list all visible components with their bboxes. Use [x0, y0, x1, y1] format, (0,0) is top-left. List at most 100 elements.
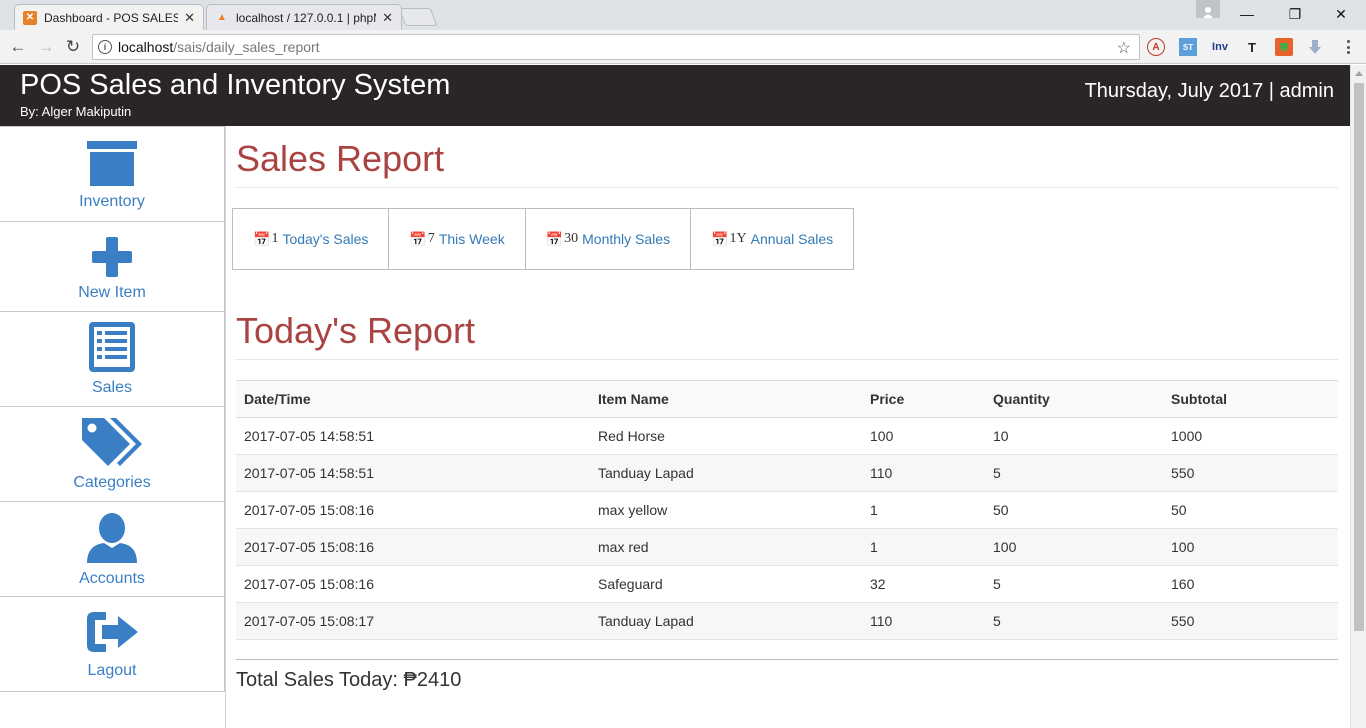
column-header: Price — [862, 380, 985, 418]
cell-item-name: Tanduay Lapad — [590, 602, 862, 640]
this-week-button[interactable]: 📅 7 This Week — [388, 208, 526, 270]
sales-table: Date/Time Item Name Price Quantity Subto… — [236, 380, 1338, 640]
total-divider — [236, 659, 1338, 660]
cell-datetime: 2017-07-05 14:58:51 — [236, 417, 590, 455]
cell-quantity: 10 — [985, 417, 1163, 455]
extension-st-icon[interactable]: ST — [1179, 38, 1197, 56]
cell-item-name: Red Horse — [590, 417, 862, 455]
table-row: 2017-07-05 15:08:16 max red 1 100 100 — [236, 528, 1338, 566]
cell-subtotal: 1000 — [1163, 417, 1338, 455]
app-header: POS Sales and Inventory System By: Alger… — [0, 65, 1350, 126]
calendar-icon: 📅 — [253, 230, 271, 247]
cell-subtotal: 100 — [1163, 528, 1338, 566]
page-scrollbar[interactable] — [1350, 65, 1366, 728]
cell-subtotal: 160 — [1163, 565, 1338, 603]
inventory-icon — [87, 141, 137, 186]
annual-sales-button[interactable]: 📅 1Y Annual Sales — [690, 208, 855, 270]
monthly-sales-button[interactable]: 📅 30 Monthly Sales — [524, 208, 692, 270]
report-divider — [235, 359, 1338, 360]
info-icon[interactable]: i — [98, 40, 112, 54]
new-tab-button[interactable] — [398, 8, 438, 26]
sidebar-item-inventory[interactable]: Inventory — [0, 126, 225, 222]
close-window-icon[interactable]: ✕ — [1318, 0, 1364, 28]
total-sales: Total Sales Today: ₱2410 — [236, 669, 462, 691]
cell-subtotal: 50 — [1163, 491, 1338, 529]
download-arrow-icon[interactable] — [1306, 38, 1324, 56]
report-title: Today's Report — [236, 310, 475, 351]
sidebar-item-new-item[interactable]: New Item — [0, 221, 225, 312]
app-title: POS Sales and Inventory System — [20, 69, 451, 101]
cell-price: 32 — [862, 565, 985, 603]
forward-icon[interactable]: → — [35, 36, 57, 58]
xampp-favicon-icon: ✕ — [23, 10, 37, 25]
scrollbar-thumb[interactable] — [1354, 83, 1364, 631]
close-tab-icon[interactable]: ✕ — [184, 10, 195, 26]
sidebar-divider — [225, 126, 226, 728]
tab-title: localhost / 127.0.0.1 | phpMyAdmin — [236, 10, 376, 25]
restore-icon[interactable]: ❐ — [1272, 0, 1318, 28]
table-row: 2017-07-05 14:58:51 Red Horse 100 10 100… — [236, 417, 1338, 455]
sidebar-item-logout[interactable]: Lagout — [0, 596, 225, 692]
cell-quantity: 5 — [985, 454, 1163, 492]
scroll-up-arrow-icon[interactable] — [1355, 71, 1363, 76]
back-icon[interactable]: ← — [7, 36, 29, 58]
sidebar-item-label: Sales — [91, 379, 133, 396]
cell-subtotal: 550 — [1163, 602, 1338, 640]
logout-icon — [87, 612, 138, 652]
app-byline: By: Alger Makiputin — [20, 104, 132, 119]
cell-quantity: 5 — [985, 565, 1163, 603]
cell-datetime: 2017-07-05 14:58:51 — [236, 454, 590, 492]
tags-icon — [82, 418, 142, 466]
page-title: Sales Report — [236, 138, 445, 179]
tab-dashboard[interactable]: ✕ Dashboard - POS SALES AND INVENTORY ✕ — [14, 4, 204, 30]
sidebar: Inventory New Item Sales Categories Acco… — [0, 126, 226, 728]
sidebar-item-label: Categories — [73, 474, 151, 491]
table-header-row: Date/Time Item Name Price Quantity Subto… — [236, 380, 1338, 418]
cell-datetime: 2017-07-05 15:08:16 — [236, 491, 590, 529]
reload-icon[interactable]: ↻ — [62, 36, 84, 58]
browser-menu-icon[interactable] — [1343, 38, 1353, 56]
cell-price: 100 — [862, 417, 985, 455]
profile-icon[interactable] — [1196, 0, 1220, 18]
sidebar-item-label: New Item — [78, 284, 146, 301]
report-button-group: 📅 1 Today's Sales 📅 7 This Week 📅 30 Monthly S… — [232, 208, 855, 270]
url-host: localhost — [118, 39, 174, 55]
sidebar-item-label: Lagout — [87, 662, 137, 679]
todays-sales-button[interactable]: 📅 1 Today's Sales — [232, 208, 390, 270]
tab-phpmyadmin[interactable]: ▲ localhost / 127.0.0.1 | phpMyAdmin ✕ — [206, 4, 402, 30]
sidebar-item-categories[interactable]: Categories — [0, 406, 225, 502]
sidebar-item-label: Accounts — [79, 570, 145, 587]
page: POS Sales and Inventory System By: Alger… — [0, 65, 1350, 728]
cell-item-name: max red — [590, 528, 862, 566]
list-icon — [89, 322, 135, 372]
table-row: 2017-07-05 15:08:16 Safeguard 32 5 160 — [236, 565, 1338, 603]
sidebar-item-sales[interactable]: Sales — [0, 311, 225, 407]
cell-price: 110 — [862, 454, 985, 492]
table-row: 2017-07-05 15:08:17 Tanduay Lapad 110 5 … — [236, 602, 1338, 640]
extension-t-icon[interactable]: T — [1243, 38, 1261, 56]
cell-subtotal: 550 — [1163, 454, 1338, 492]
sidebar-item-accounts[interactable]: Accounts — [0, 501, 225, 597]
column-header: Subtotal — [1163, 380, 1338, 418]
cell-quantity: 100 — [985, 528, 1163, 566]
extension-shield-icon[interactable] — [1275, 38, 1293, 56]
bookmark-star-icon[interactable]: ☆ — [1117, 38, 1131, 58]
tab-title: Dashboard - POS SALES AND INVENTORY — [44, 10, 179, 25]
close-tab-icon[interactable]: ✕ — [382, 10, 393, 26]
column-header: Date/Time — [236, 380, 590, 418]
cell-datetime: 2017-07-05 15:08:17 — [236, 602, 590, 640]
cell-item-name: Tanduay Lapad — [590, 454, 862, 492]
title-divider — [235, 187, 1338, 188]
user-icon — [87, 513, 137, 563]
date-user-info: Thursday, July 2017 | admin — [1084, 80, 1334, 102]
cell-datetime: 2017-07-05 15:08:16 — [236, 528, 590, 566]
browser-toolbar: ← → ↻ i localhost/sais/daily_sales_repor… — [0, 30, 1366, 64]
address-bar[interactable]: i localhost/sais/daily_sales_report ☆ — [92, 34, 1140, 60]
calendar-icon: 📅 — [711, 230, 729, 247]
cell-datetime: 2017-07-05 15:08:16 — [236, 565, 590, 603]
column-header: Item Name — [590, 380, 862, 418]
extension-inv-icon[interactable]: Inv — [1207, 38, 1233, 56]
cell-quantity: 5 — [985, 602, 1163, 640]
minimize-icon[interactable]: — — [1224, 0, 1270, 28]
extension-a-icon[interactable]: A — [1147, 38, 1165, 56]
